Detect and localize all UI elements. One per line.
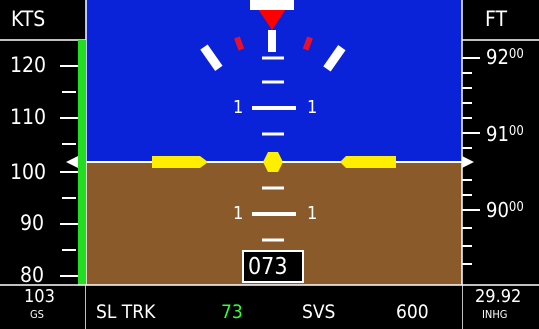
bank-tick-zero (268, 30, 276, 52)
heading-readout: 073 (248, 254, 288, 280)
pitch-label-right: 1 (307, 203, 318, 224)
svs-label: SVS (302, 301, 336, 323)
airspeed-tick-label: 90 (20, 211, 45, 235)
airspeed-tick-label: 120 (10, 53, 47, 77)
pitch-label-left: 1 (233, 203, 244, 224)
pitch-label-right: 1 (307, 97, 318, 118)
airspeed-tick-label: 110 (10, 105, 47, 129)
airspeed-tick-label: 80 (20, 263, 45, 287)
ground-speed-label: GS (30, 308, 44, 321)
baro-setting-value: 29.92 (475, 286, 522, 307)
mode-value: 73 (221, 301, 243, 323)
altitude-tick-label: 9100 (486, 122, 524, 146)
altitude-unit-label: FT (485, 7, 508, 31)
speed-band (78, 40, 86, 285)
bank-pointer-top (250, 0, 294, 10)
altitude-tick-label: 9000 (486, 198, 524, 222)
baro-setting-label: INHG (482, 308, 508, 321)
right-wing-bar (340, 156, 396, 168)
mode-label: SL TRK (96, 301, 156, 323)
airspeed-tick-label: 100 (10, 160, 47, 184)
left-wing-bar (152, 156, 208, 168)
altitude-tick-label: 9200 (486, 45, 524, 69)
pitch-label-left: 1 (233, 97, 244, 118)
airspeed-unit-label: KTS (11, 7, 46, 31)
ground-speed-value: 103 (24, 286, 55, 307)
svs-value: 600 (396, 301, 429, 323)
